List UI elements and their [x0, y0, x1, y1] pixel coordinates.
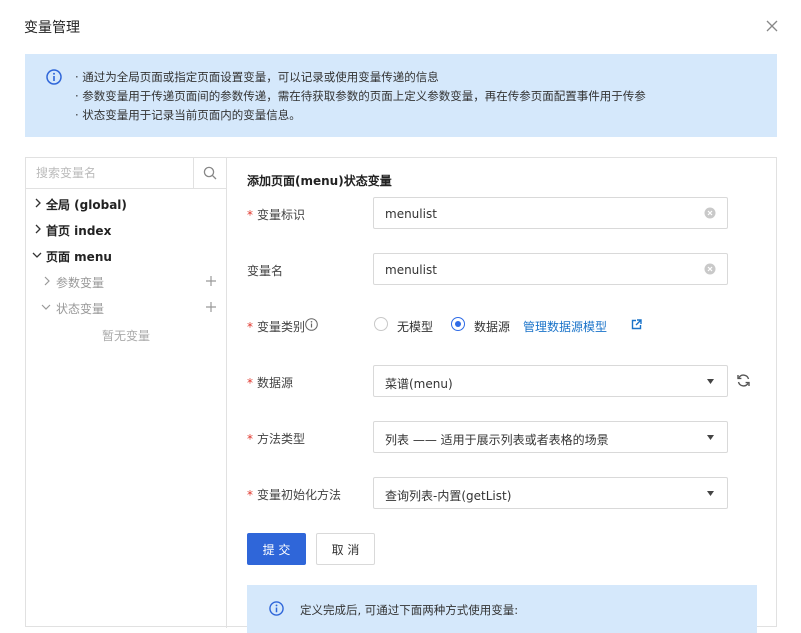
var-id-label: * 变量标识 — [247, 208, 306, 222]
required-mark: * — [247, 208, 253, 222]
required-mark: * — [247, 320, 253, 334]
variable-tree-panel: 全局 (global) 首页 index 页面 menu 参数变量 — [26, 158, 227, 628]
row-init-method: * 变量初始化方法 查询列表-内置(getList) — [247, 477, 767, 509]
close-icon[interactable] — [764, 18, 780, 34]
info-line-1: · 通过为全局页面或指定页面设置变量，可以记录或使用变量传递的信息 — [75, 70, 439, 84]
info-banner: · 通过为全局页面或指定页面设置变量，可以记录或使用变量传递的信息 · 参数变量… — [25, 54, 777, 137]
caret-down-icon — [707, 379, 714, 384]
radio-no-model-label[interactable]: 无模型 — [397, 318, 433, 335]
cancel-button[interactable]: 取 消 — [316, 533, 375, 565]
datasource-value: 菜谱(menu) — [385, 377, 453, 391]
tree-item-label: 参数变量 — [56, 276, 105, 290]
init-method-value: 查询列表-内置(getList) — [385, 489, 512, 503]
chevron-down-icon — [41, 304, 51, 310]
var-name-label: 变量名 — [247, 264, 284, 278]
method-type-value: 列表 —— 适用于展示列表或者表格的场景 — [385, 433, 609, 447]
required-mark: * — [247, 488, 253, 502]
chevron-down-icon — [32, 252, 42, 258]
search-icon[interactable] — [203, 166, 217, 180]
var-name-value: menulist — [385, 263, 437, 277]
search-bar — [26, 158, 226, 189]
required-mark: * — [247, 432, 253, 446]
var-id-input[interactable]: menulist — [373, 197, 728, 229]
tree-item-global[interactable]: 全局 (global) — [26, 193, 226, 215]
caret-down-icon — [707, 435, 714, 440]
chevron-right-icon — [44, 276, 50, 286]
chevron-right-icon — [35, 224, 41, 234]
var-id-value: menulist — [385, 207, 437, 221]
add-state-var-icon[interactable] — [205, 301, 217, 313]
tree-item-menu[interactable]: 页面 menu — [26, 245, 226, 267]
tree-item-param-vars[interactable]: 参数变量 — [26, 271, 226, 293]
row-var-type: * 变量类别 无模型 数据源 管理数据源模型 — [247, 309, 767, 341]
row-var-id: * 变量标识 menulist — [247, 197, 767, 229]
form-title: 添加页面(menu)状态变量 — [247, 174, 392, 188]
radio-datasource[interactable] — [451, 317, 465, 331]
chevron-right-icon — [35, 198, 41, 208]
manage-datasource-link[interactable]: 管理数据源模型 — [523, 318, 607, 335]
var-type-label: * 变量类别 — [247, 320, 306, 334]
method-type-select[interactable]: 列表 —— 适用于展示列表或者表格的场景 — [373, 421, 728, 453]
submit-button[interactable]: 提 交 — [247, 533, 306, 565]
dialog-title: 变量管理 — [24, 20, 80, 36]
clear-icon[interactable] — [704, 263, 716, 275]
method-type-label: * 方法类型 — [247, 432, 306, 446]
help-icon[interactable] — [305, 318, 318, 331]
row-method-type: * 方法类型 列表 —— 适用于展示列表或者表格的场景 — [247, 421, 767, 453]
row-var-name: 变量名 menulist — [247, 253, 767, 285]
var-name-input[interactable]: menulist — [373, 253, 728, 285]
tree-item-label: 状态变量 — [56, 302, 105, 316]
empty-state-text: 暂无变量 — [101, 329, 150, 343]
variable-manager-dialog: 变量管理 · 通过为全局页面或指定页面设置变量，可以记录或使用变量传递的信息 ·… — [0, 0, 801, 633]
search-input[interactable] — [26, 158, 194, 188]
tree-item-label: 全局 (global) — [46, 198, 127, 212]
required-mark: * — [247, 376, 253, 390]
usage-note-text: 定义完成后, 可通过下面两种方式使用变量: — [300, 603, 519, 617]
tree-item-label: 首页 index — [46, 224, 112, 238]
init-method-label: * 变量初始化方法 — [247, 488, 342, 502]
info-line-3: · 状态变量用于记录当前页面内的变量信息。 — [75, 108, 301, 122]
tree-item-state-vars[interactable]: 状态变量 — [26, 297, 226, 319]
refresh-icon[interactable] — [736, 373, 751, 388]
datasource-label: * 数据源 — [247, 376, 294, 390]
clear-icon[interactable] — [704, 207, 716, 219]
info-icon — [46, 69, 62, 85]
tree-item-index[interactable]: 首页 index — [26, 219, 226, 241]
add-param-var-icon[interactable] — [205, 275, 217, 287]
radio-datasource-label[interactable]: 数据源 — [474, 318, 510, 335]
info-icon — [269, 601, 284, 616]
caret-down-icon — [707, 491, 714, 496]
info-line-2: · 参数变量用于传递页面间的参数传递，需在待获取参数的页面上定义参数变量，再在传… — [75, 89, 646, 103]
row-datasource: * 数据源 菜谱(menu) — [247, 365, 767, 397]
form-panel: 添加页面(menu)状态变量 * 变量标识 menulist 变量名 menuli… — [227, 158, 777, 633]
radio-no-model[interactable] — [374, 317, 388, 331]
main-panel: 全局 (global) 首页 index 页面 menu 参数变量 — [25, 157, 777, 633]
datasource-select[interactable]: 菜谱(menu) — [373, 365, 728, 397]
external-link-icon[interactable] — [631, 319, 642, 330]
init-method-select[interactable]: 查询列表-内置(getList) — [373, 477, 728, 509]
tree-item-label: 页面 menu — [46, 250, 112, 264]
